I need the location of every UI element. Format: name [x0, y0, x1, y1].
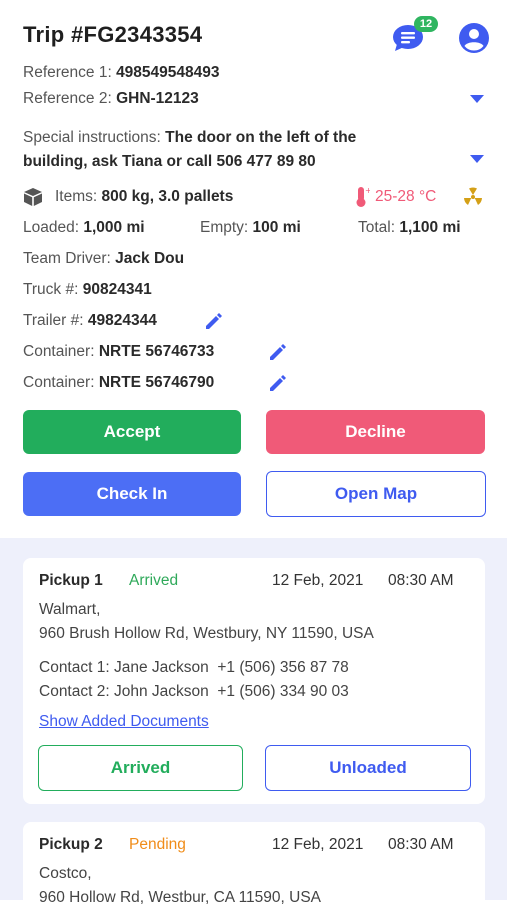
temperature-range: 25-28 °C [375, 188, 437, 205]
stop-title: Pickup 1 [39, 572, 103, 589]
package-icon [24, 188, 42, 206]
truck-value: 90824341 [82, 281, 152, 298]
reference-1-value: 498549548493 [116, 64, 220, 81]
hazardous-radiation-icon [464, 187, 482, 205]
container-2: Container: NRTE 56746790 [23, 374, 214, 392]
contact-1-phone[interactable]: +1 (506) 356 87 78 [217, 659, 348, 676]
edit-trailer-pencil-icon[interactable] [204, 311, 224, 331]
edit-container-2-pencil-icon[interactable] [268, 373, 288, 393]
accept-button[interactable]: Accept [23, 410, 241, 454]
stop-card-pickup-2: Pickup 2 Pending 12 Feb, 2021 08:30 AM C… [23, 822, 485, 922]
show-added-documents-link[interactable]: Show Added Documents [39, 713, 209, 731]
container-2-label: Container: [23, 374, 95, 391]
contact-1-name: Contact 1: Jane Jackson [39, 659, 209, 676]
contact-2-phone[interactable]: +1 (506) 334 90 03 [217, 683, 348, 700]
reference-2-value: GHN-12123 [116, 90, 199, 107]
special-instructions: Special instructions: The door on the le… [23, 126, 356, 174]
empty-value: 100 mi [252, 219, 301, 236]
chat-badge: 12 [414, 16, 438, 32]
trip-details-panel: Trip #FG2343354 12 Reference 1: 49854954… [0, 0, 507, 538]
reference-1-label: Reference 1: [23, 64, 112, 81]
truck-label: Truck #: [23, 281, 79, 298]
stop-company: Walmart, [39, 601, 101, 618]
total-value: 1,100 mi [399, 219, 461, 236]
loaded-value: 1,000 mi [83, 219, 145, 236]
total-miles: Total: 1,100 mi [358, 219, 461, 237]
reference-1: Reference 1: 498549548493 [23, 64, 220, 82]
stop-status: Pending [129, 836, 186, 853]
stops-list: Pickup 1 Arrived 12 Feb, 2021 08:30 AM W… [0, 538, 507, 922]
empty-label: Empty: [200, 219, 249, 236]
open-map-button[interactable]: Open Map [266, 471, 486, 517]
stop-time: 08:30 AM [388, 572, 454, 589]
items-label: Items: [55, 188, 98, 205]
container-2-value: NRTE 56746790 [98, 374, 215, 391]
team-driver: Team Driver: Jack Dou [23, 250, 184, 268]
stop-address: 960 Hollow Rd, Westbur, CA 11590, USA [39, 889, 322, 906]
items-value: 800 kg, 3.0 pallets [101, 188, 234, 205]
trailer-number: Trailer #: 49824344 [23, 312, 157, 330]
stop-time: 08:30 AM [388, 836, 454, 853]
loaded-miles: Loaded: 1,000 mi [23, 219, 145, 237]
stop-status: Arrived [129, 572, 179, 589]
special-instructions-label: Special instructions: [23, 129, 161, 146]
stop-date: 12 Feb, 2021 [272, 836, 364, 853]
container-1: Container: NRTE 56746733 [23, 343, 214, 361]
loaded-label: Loaded: [23, 219, 80, 236]
stop-contact-1: Contact 1: Jane Jackson +1 (506) 356 87 … [39, 659, 349, 677]
special-instructions-line2: building, ask Tiana or call 506 477 89 8… [23, 153, 316, 170]
truck-number: Truck #: 90824341 [23, 281, 152, 299]
total-label: Total: [358, 219, 396, 236]
instructions-expand-chevron-icon[interactable] [470, 155, 484, 163]
team-driver-label: Team Driver: [23, 250, 111, 267]
page-title: Trip #FG2343354 [23, 22, 203, 47]
reference-2-label: Reference 2: [23, 90, 112, 107]
references-expand-chevron-icon[interactable] [470, 95, 484, 103]
stop-date: 12 Feb, 2021 [272, 572, 364, 589]
container-1-value: NRTE 56746733 [98, 343, 215, 360]
account-circle-icon[interactable] [458, 22, 490, 54]
unloaded-button[interactable]: Unloaded [265, 745, 471, 791]
team-driver-value: Jack Dou [115, 250, 185, 267]
arrived-button[interactable]: Arrived [38, 745, 243, 791]
contact-2-name: Contact 2: John Jackson [39, 683, 209, 700]
check-in-button[interactable]: Check In [23, 472, 241, 516]
container-1-label: Container: [23, 343, 95, 360]
stop-company: Costco, [39, 865, 92, 882]
svg-text:+: + [365, 186, 370, 195]
reference-2: Reference 2: GHN-12123 [23, 90, 199, 108]
thermometer-icon: + [356, 186, 370, 207]
items: Items: 800 kg, 3.0 pallets [55, 188, 233, 206]
trailer-value: 49824344 [87, 312, 157, 329]
stop-card-pickup-1: Pickup 1 Arrived 12 Feb, 2021 08:30 AM W… [23, 558, 485, 804]
empty-miles: Empty: 100 mi [200, 219, 301, 237]
stop-address: 960 Brush Hollow Rd, Westbury, NY 11590,… [39, 625, 374, 642]
stop-title: Pickup 2 [39, 836, 103, 853]
special-instructions-line1: The door on the left of the [165, 129, 357, 146]
stop-contact-2: Contact 2: John Jackson +1 (506) 334 90 … [39, 683, 349, 701]
edit-container-1-pencil-icon[interactable] [268, 342, 288, 362]
trailer-label: Trailer #: [23, 312, 84, 329]
decline-button[interactable]: Decline [266, 410, 485, 454]
